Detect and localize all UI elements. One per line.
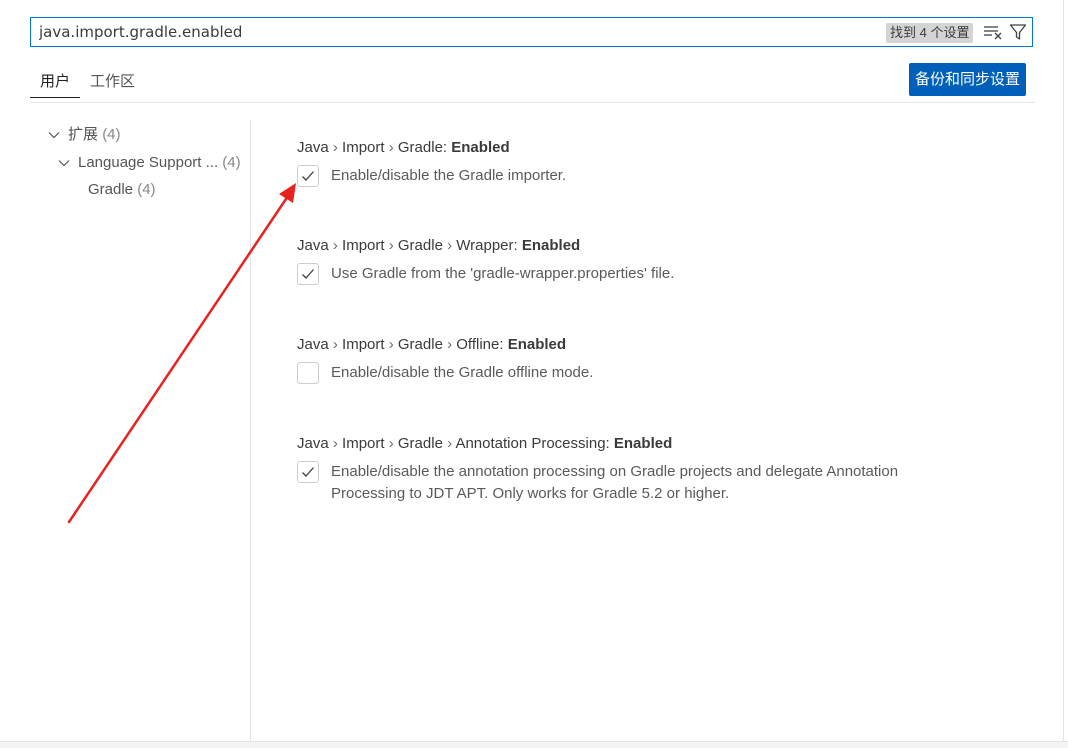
setting-path: Java <box>297 139 329 156</box>
setting-path: Offline <box>456 336 500 353</box>
setting-path: Import <box>342 139 385 156</box>
setting-description: Use Gradle from the 'gradle-wrapper.prop… <box>331 265 675 282</box>
setting-description: Enable/disable the Gradle offline mode. <box>331 364 594 381</box>
setting-path: Java <box>297 435 329 452</box>
setting-title: Java › Import › Gradle › Annotation Proc… <box>297 435 673 452</box>
toc-item-label: Gradle <box>88 181 134 198</box>
setting-key: Enabled <box>613 435 673 452</box>
toc-divider <box>250 120 251 748</box>
setting-path: Wrapper <box>456 237 514 254</box>
toc-item-count: (4) <box>102 126 121 143</box>
setting-row: Enable/disable the Gradle importer. <box>297 165 1037 187</box>
toc-item-gradle[interactable]: Gradle (4) <box>88 179 156 201</box>
setting-title: Java › Import › Gradle › Offline: Enable… <box>297 336 567 353</box>
setting-gradle-enabled: Java › Import › Gradle: Enabled Enable/d… <box>297 138 1037 187</box>
toc-item-count: (4) <box>222 154 241 171</box>
chevron-down-icon <box>48 132 60 139</box>
toc-item-count: (4) <box>137 181 156 198</box>
setting-path: Gradle <box>397 435 443 452</box>
settings-search-box: 找到 4 个设置 <box>30 17 1033 47</box>
setting-title: Java › Import › Gradle › Wrapper: Enable… <box>297 237 581 254</box>
settings-search-input[interactable] <box>39 18 879 46</box>
setting-gradle-annotation-processing-enabled: Java › Import › Gradle › Annotation Proc… <box>297 434 1037 505</box>
check-icon <box>302 269 314 279</box>
setting-path: Gradle <box>397 139 443 156</box>
setting-key: Enabled <box>521 237 581 254</box>
setting-key: Enabled <box>451 139 510 156</box>
check-icon <box>302 171 314 181</box>
filter-icon[interactable] <box>1009 23 1027 41</box>
chevron-down-icon <box>58 160 70 167</box>
setting-gradle-offline-enabled: Java › Import › Gradle › Offline: Enable… <box>297 335 1037 384</box>
toc-item-label: 扩展 <box>68 126 99 143</box>
setting-gradle-wrapper-enabled: Java › Import › Gradle › Wrapper: Enable… <box>297 236 1037 285</box>
setting-description: Enable/disable the Gradle importer. <box>331 167 567 184</box>
setting-row: Enable/disable the Gradle offline mode. <box>297 362 1037 384</box>
setting-path: Import <box>342 237 385 254</box>
backup-sync-settings-button[interactable]: 备份和同步设置 <box>909 63 1027 96</box>
setting-checkbox[interactable] <box>297 263 319 285</box>
setting-description: Enable/disable the annotation processing… <box>331 463 899 502</box>
scope-tabs: 用户 工作区 <box>30 68 145 98</box>
setting-row: Enable/disable the annotation processing… <box>297 461 1037 505</box>
window-right-edge <box>1063 0 1064 748</box>
setting-path: Annotation Processing <box>455 435 606 452</box>
tabs-divider <box>30 102 1035 103</box>
setting-path: Gradle <box>397 336 443 353</box>
setting-checkbox[interactable] <box>297 461 319 483</box>
search-result-count: 找到 4 个设置 <box>886 23 974 43</box>
toc-item-language-support[interactable]: Language Support ... (4) <box>56 152 241 174</box>
setting-path: Java <box>297 336 329 353</box>
setting-path: Java <box>297 237 329 254</box>
setting-checkbox[interactable] <box>297 165 319 187</box>
tab-user[interactable]: 用户 <box>30 68 81 98</box>
setting-checkbox[interactable] <box>297 362 319 384</box>
setting-path: Import <box>342 435 385 452</box>
check-icon <box>302 467 314 477</box>
setting-title: Java › Import › Gradle: Enabled <box>297 139 510 156</box>
search-actions <box>983 23 1027 41</box>
clear-filter-icon[interactable] <box>983 23 1003 41</box>
toc-item-extensions[interactable]: 扩展 (4) <box>46 124 121 146</box>
setting-key: Enabled <box>507 336 567 353</box>
setting-path: Import <box>342 336 385 353</box>
bottom-bar <box>0 741 1068 748</box>
tab-workspace[interactable]: 工作区 <box>80 68 145 98</box>
setting-path: Gradle <box>397 237 443 254</box>
setting-row: Use Gradle from the 'gradle-wrapper.prop… <box>297 263 1037 285</box>
toc-item-label: Language Support ... <box>78 154 219 171</box>
